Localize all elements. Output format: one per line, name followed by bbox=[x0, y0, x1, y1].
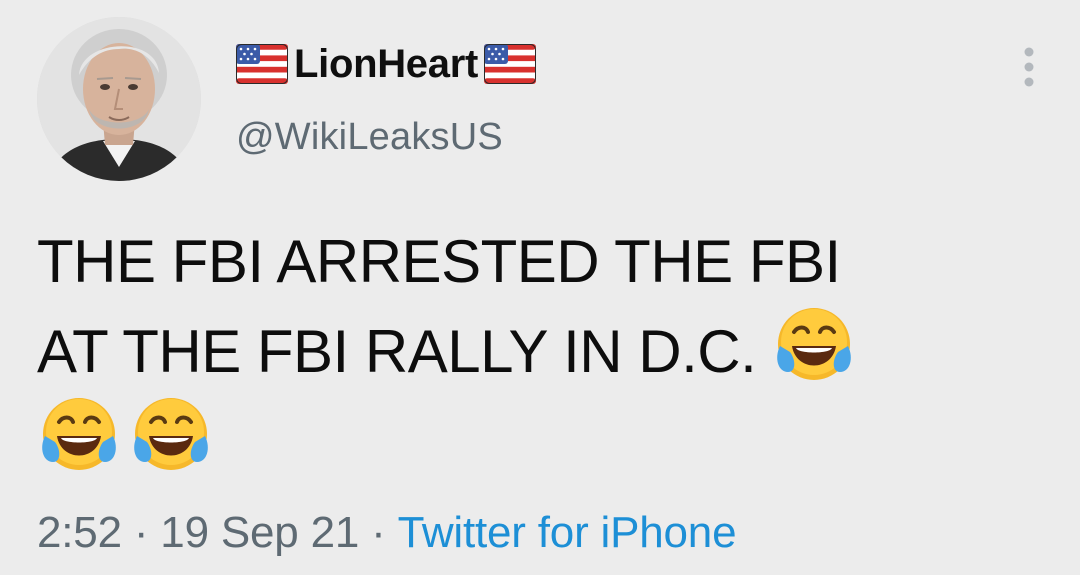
tweet-card: LionHeart @WikiLeaksUS THE FBI ARRESTED … bbox=[0, 0, 1080, 575]
face-with-tears-of-joy-icon bbox=[37, 392, 121, 476]
user-handle[interactable]: @WikiLeaksUS bbox=[236, 116, 536, 159]
meta-separator: · bbox=[133, 508, 149, 557]
tweet-date[interactable]: 19 Sep 21 bbox=[160, 508, 359, 557]
tweet-line-2: AT THE FBI RALLY IN D.C. bbox=[37, 318, 757, 385]
display-name: LionHeart bbox=[294, 41, 478, 86]
profile-photo-icon bbox=[37, 17, 201, 181]
tweet-source-link[interactable]: Twitter for iPhone bbox=[398, 508, 737, 557]
tweet-meta: 2:52 · 19 Sep 21 · Twitter for iPhone bbox=[37, 508, 737, 558]
us-flag-icon bbox=[236, 44, 288, 84]
tweet-time[interactable]: 2:52 bbox=[37, 508, 122, 557]
face-with-tears-of-joy-icon bbox=[129, 392, 213, 476]
avatar[interactable] bbox=[37, 17, 201, 181]
more-vertical-icon bbox=[1024, 47, 1034, 87]
meta-separator: · bbox=[371, 508, 386, 557]
tweet-line-2-row: AT THE FBI RALLY IN D.C. bbox=[37, 302, 1047, 392]
tweet-line-1: THE FBI ARRESTED THE FBI bbox=[37, 228, 841, 295]
tweet-text: THE FBI ARRESTED THE FBI AT THE FBI RALL… bbox=[37, 222, 1047, 482]
user-info: LionHeart @WikiLeaksUS bbox=[236, 38, 536, 159]
tweet-emoji-row bbox=[37, 392, 1047, 482]
more-options-button[interactable] bbox=[1012, 44, 1046, 90]
display-name-row[interactable]: LionHeart bbox=[236, 38, 536, 90]
us-flag-icon bbox=[483, 44, 536, 84]
face-with-tears-of-joy-icon bbox=[772, 302, 856, 386]
